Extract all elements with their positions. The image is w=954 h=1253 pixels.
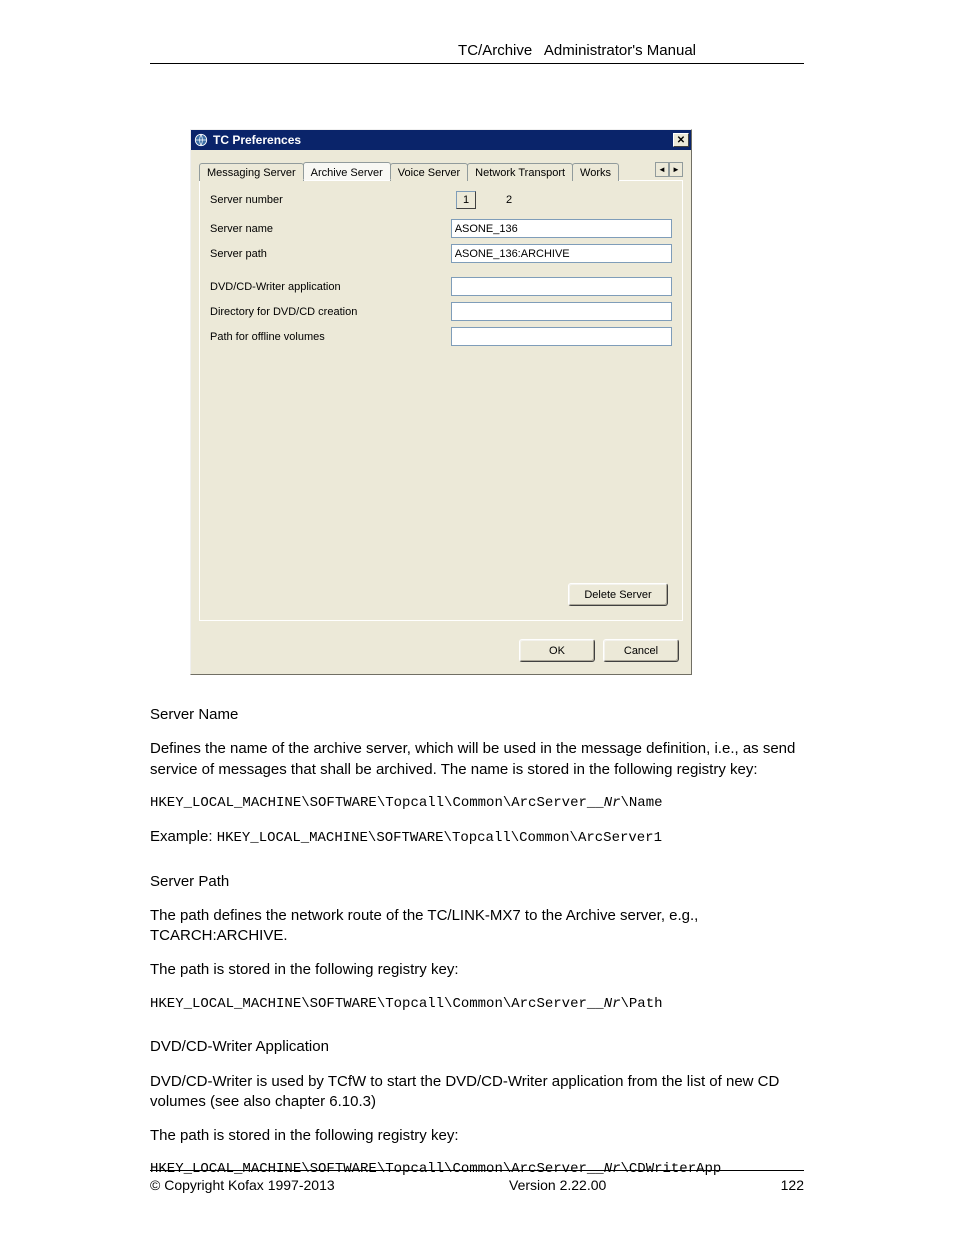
delete-server-button[interactable]: Delete Server [568,583,668,606]
heading-dvdcd: DVD/CD-Writer Application [150,1038,329,1055]
tab-strip: Messaging Server Archive Server Voice Se… [199,162,683,181]
heading-server-name: Server Name [150,706,238,723]
header-left: TC/Archive [458,42,532,59]
server-name-input[interactable] [451,219,672,238]
server-number-2[interactable]: 2 [506,194,512,206]
tab-messaging-server[interactable]: Messaging Server [199,163,304,181]
globe-icon [193,132,209,148]
registry-server-path: HKEY_LOCAL_MACHINE\SOFTWARE\Topcall\Comm… [150,995,804,1014]
server-path-label: Server path [210,248,451,260]
cancel-button[interactable]: Cancel [603,639,679,662]
footer-copyright: © Copyright Kofax 1997-2013 [150,1177,335,1193]
text-dvdcd-2: The path is stored in the following regi… [150,1126,804,1146]
tab-panel: Server number 1 2 Server name Server pat… [199,181,683,621]
tab-voice-server[interactable]: Voice Server [390,163,468,181]
ok-button[interactable]: OK [519,639,595,662]
dvdcd-app-label: DVD/CD-Writer application [210,281,451,293]
text-server-path-2: The path is stored in the following regi… [150,960,804,980]
close-icon: ✕ [677,135,685,146]
offline-path-input[interactable] [451,327,672,346]
header-right: Administrator's Manual [544,42,696,59]
dvdcd-dir-input[interactable] [451,302,672,321]
chevron-left-icon: ◄ [658,165,666,174]
server-number-label: Server number [210,194,456,206]
dvdcd-app-input[interactable] [451,277,672,296]
heading-server-path: Server Path [150,873,229,890]
footer-page: 122 [781,1177,804,1193]
text-dvdcd-1: DVD/CD-Writer is used by TCfW to start t… [150,1072,804,1113]
footer-version: Version 2.22.00 [509,1177,606,1193]
text-server-path-1: The path defines the network route of th… [150,906,804,947]
tab-archive-server[interactable]: Archive Server [303,162,391,180]
dvdcd-dir-label: Directory for DVD/CD creation [210,306,451,318]
offline-path-label: Path for offline volumes [210,331,451,343]
preferences-dialog: TC Preferences ✕ Messaging Server Archiv… [190,129,692,675]
chevron-right-icon: ► [672,165,680,174]
tab-scroll-left-button[interactable]: ◄ [655,162,669,177]
registry-server-name: HKEY_LOCAL_MACHINE\SOFTWARE\Topcall\Comm… [150,794,804,813]
example-line: Example: HKEY_LOCAL_MACHINE\SOFTWARE\Top… [150,827,804,848]
title-bar: TC Preferences ✕ [191,130,691,150]
close-button[interactable]: ✕ [673,133,689,147]
document-body: Server Name Defines the name of the arch… [150,705,804,1179]
page-footer: © Copyright Kofax 1997-2013 Version 2.22… [150,1170,804,1193]
server-path-input[interactable] [451,244,672,263]
tab-works[interactable]: Works [572,163,619,181]
text-server-name: Defines the name of the archive server, … [150,739,804,780]
tab-network-transport[interactable]: Network Transport [467,163,573,181]
server-name-label: Server name [210,223,451,235]
tab-scroll-right-button[interactable]: ► [669,162,683,177]
server-number-1-box[interactable]: 1 [456,191,476,209]
dialog-title: TC Preferences [213,133,673,147]
